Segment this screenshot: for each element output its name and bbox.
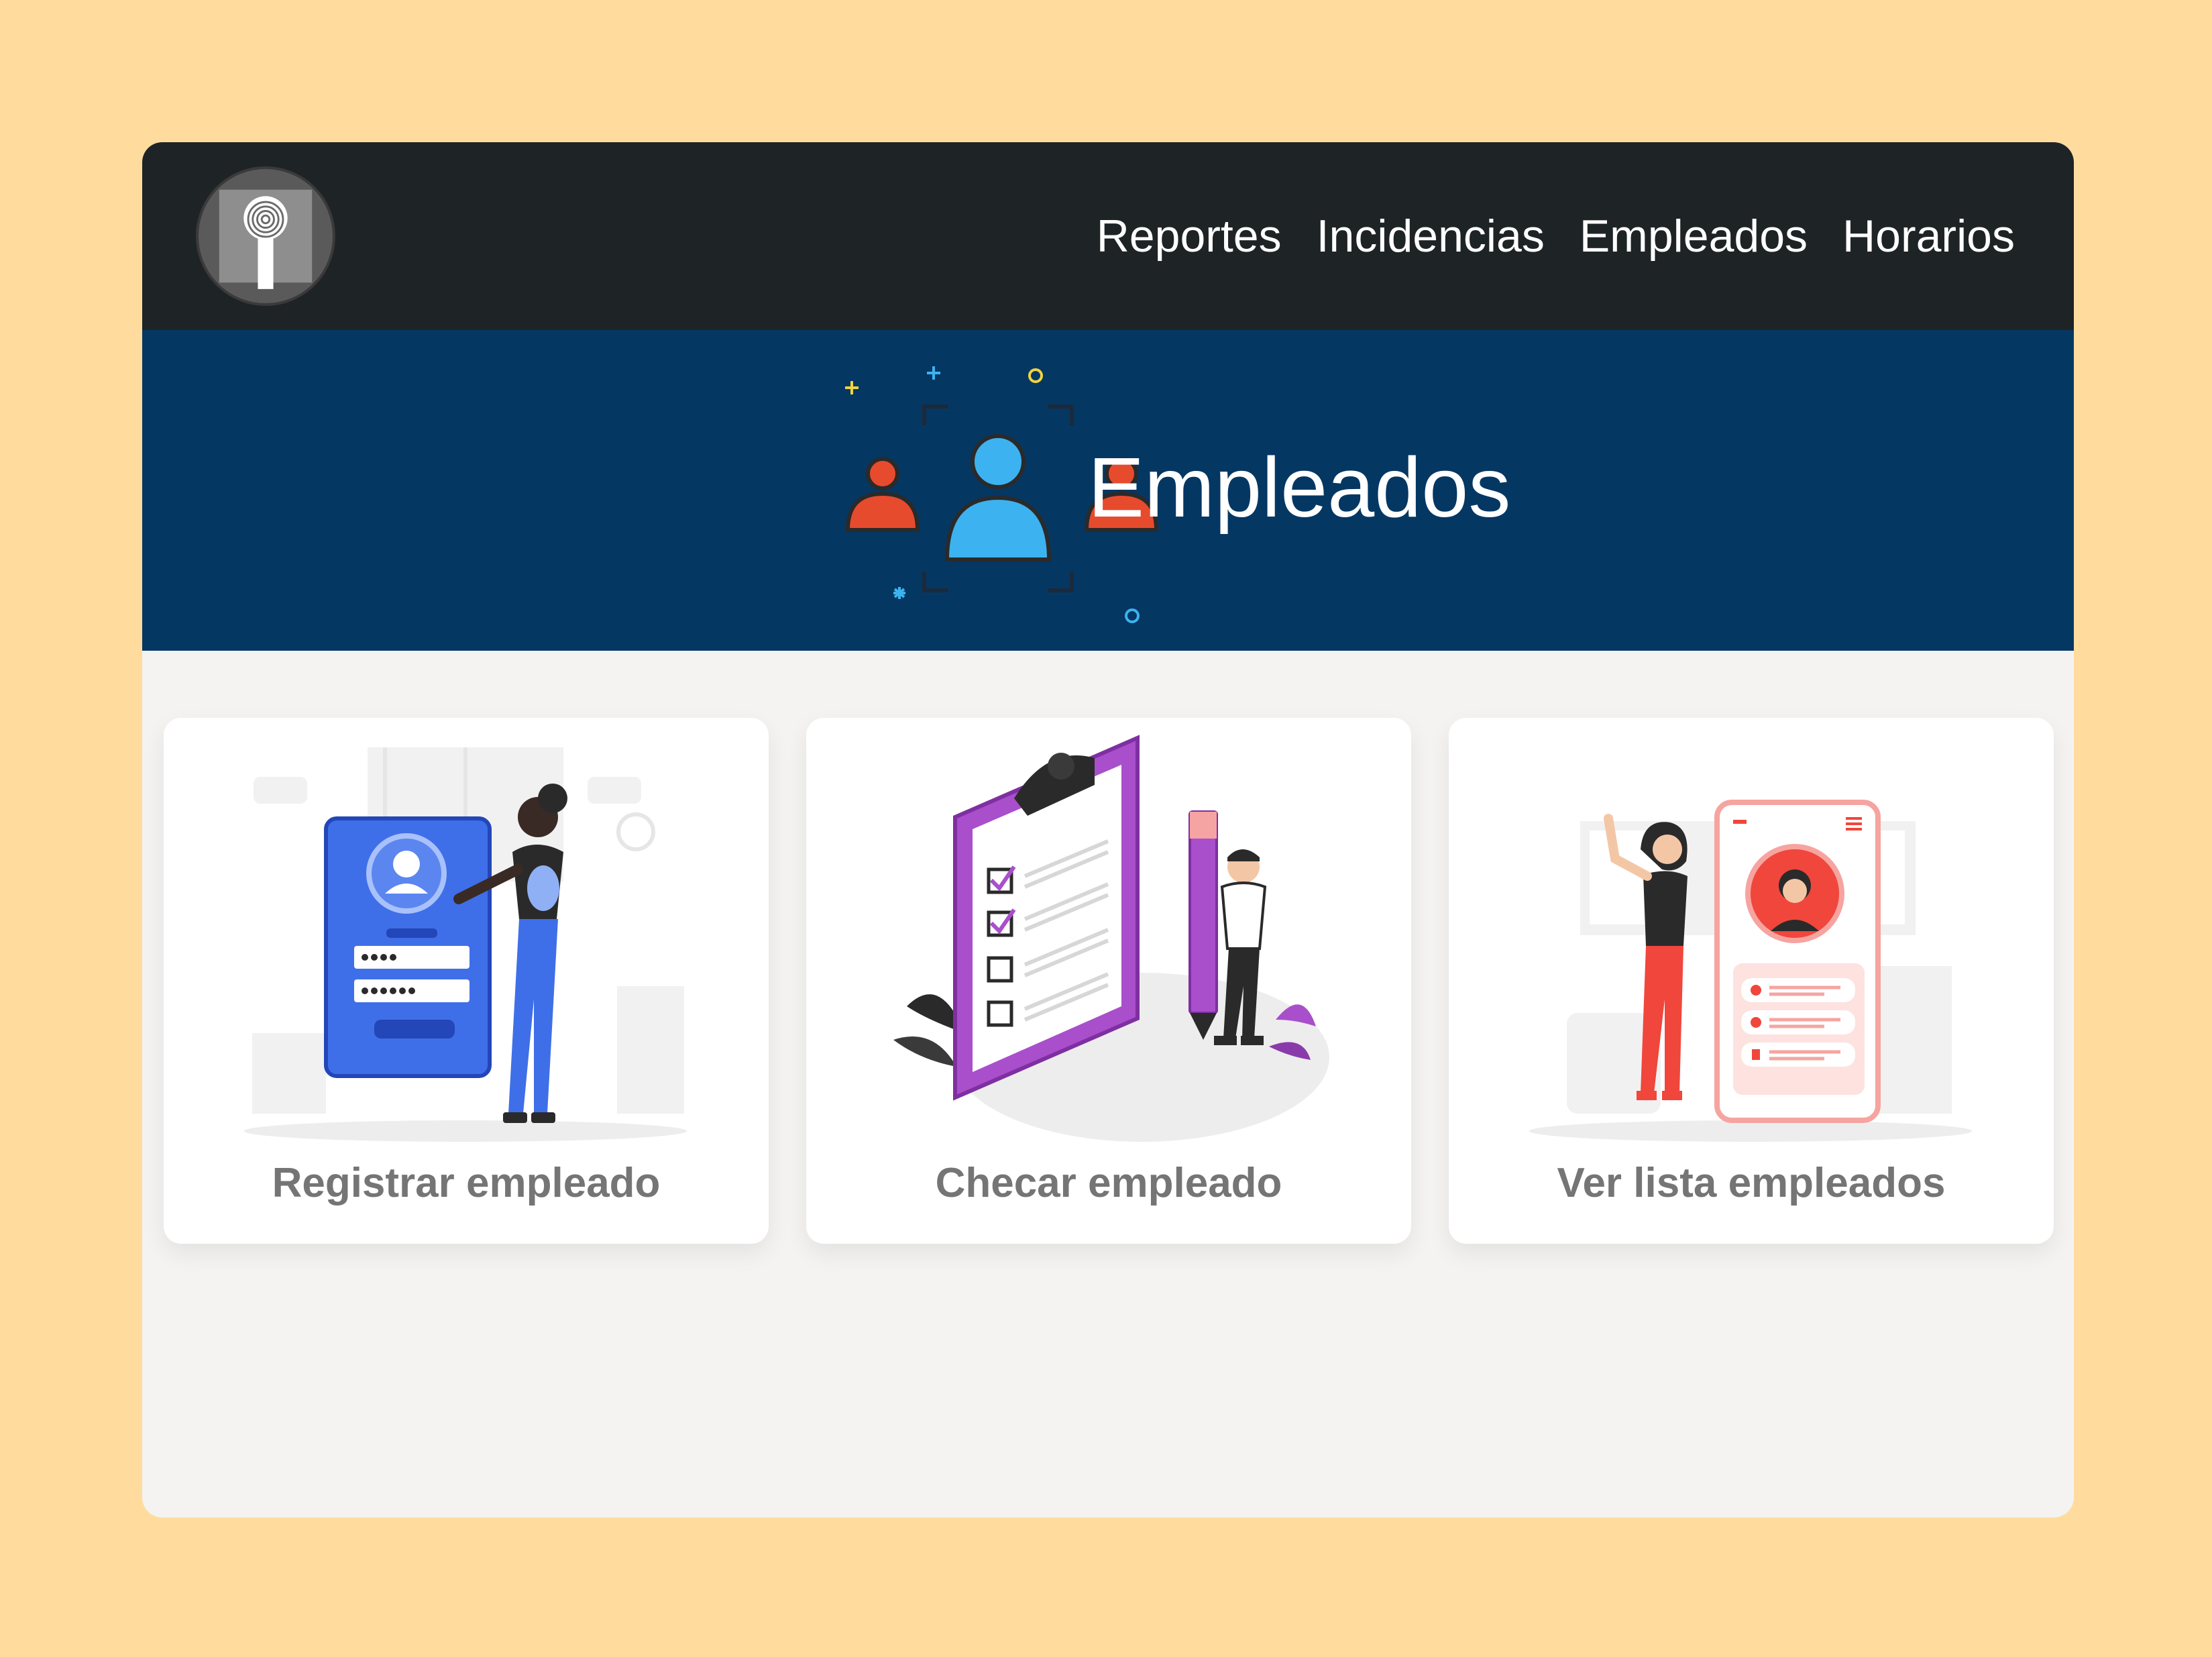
nav-link-horarios[interactable]: Horarios — [1842, 210, 2015, 262]
page-title: Empleados — [1088, 440, 1511, 535]
employee-list-phone-illustration — [1449, 718, 2054, 1161]
register-employee-card[interactable]: Registrar empleado — [164, 718, 769, 1244]
app-window: Reportes Incidencias Empleados Horarios — [142, 142, 2074, 1517]
action-cards: Registrar empleado Checar empleado Ver l… — [164, 718, 2054, 1248]
register-employee-illustration — [164, 718, 769, 1161]
top-navbar: Reportes Incidencias Empleados Horarios — [142, 142, 2074, 330]
check-employee-label: Checar empleado — [935, 1160, 1282, 1206]
register-employee-label: Registrar empleado — [272, 1160, 661, 1206]
nav-link-reportes[interactable]: Reportes — [1097, 210, 1282, 262]
fingerprint-logo-icon[interactable] — [196, 166, 335, 306]
check-employee-card[interactable]: Checar empleado — [806, 718, 1411, 1244]
nav-link-incidencias[interactable]: Incidencias — [1317, 210, 1545, 262]
page-header-banner: Empleados — [142, 330, 2074, 651]
nav-link-empleados[interactable]: Empleados — [1580, 210, 1808, 262]
employee-list-label: Ver lista empleados — [1557, 1160, 1946, 1206]
nav-links: Reportes Incidencias Empleados Horarios — [1097, 142, 2015, 330]
employee-list-card[interactable]: Ver lista empleados — [1449, 718, 2054, 1244]
checklist-clipboard-illustration — [806, 718, 1411, 1161]
